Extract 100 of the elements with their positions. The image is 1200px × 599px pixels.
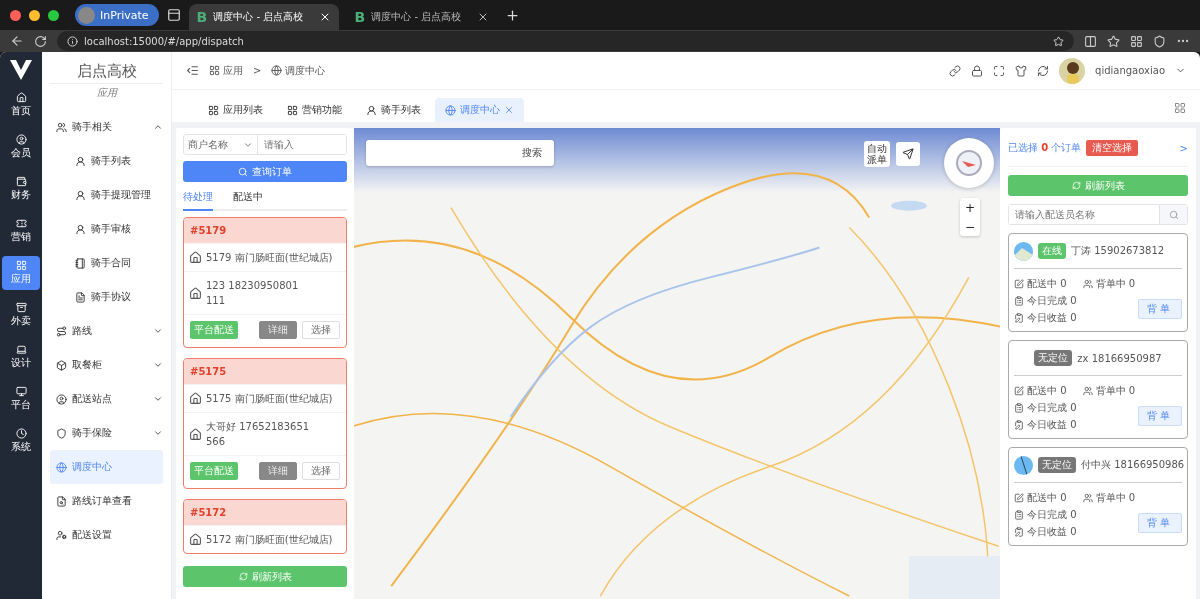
sidebar-item[interactable]: 取餐柜 (50, 348, 163, 382)
map-search-field[interactable]: 搜索 (366, 140, 554, 166)
edit-icon (1014, 278, 1024, 289)
grid-icon (208, 104, 219, 116)
reload-icon[interactable] (34, 34, 47, 48)
select-button[interactable]: 选择 (302, 321, 340, 339)
expand-link[interactable]: > (1179, 142, 1188, 154)
collections-icon[interactable] (1130, 34, 1143, 48)
tab-actions-icon[interactable] (166, 8, 181, 22)
rider-stat: 今日完成 0 (1027, 293, 1077, 308)
user-avatar[interactable] (1059, 57, 1086, 84)
sidebar-item[interactable]: 配送站点 (50, 382, 163, 416)
chevron-down-icon (153, 326, 163, 336)
collapse-icon[interactable] (186, 64, 199, 77)
shield-icon[interactable] (1153, 34, 1166, 48)
sidebar-item[interactable]: 骑手协议 (50, 280, 163, 314)
document-icon (75, 291, 86, 303)
order-filter[interactable]: 商户名称 请输入 (183, 134, 347, 155)
shirt-icon[interactable] (1015, 64, 1028, 77)
rail-item[interactable]: 外卖 (2, 298, 40, 332)
ticket-icon (15, 218, 27, 229)
send-button[interactable] (896, 142, 920, 166)
rider-name: 丁涛 15902673812 (1071, 244, 1165, 258)
person-icon (366, 104, 377, 116)
refresh-icon[interactable] (1037, 64, 1050, 77)
delivery-tag: 平台配送 (190, 462, 238, 480)
order-number: #5172 (184, 500, 346, 525)
order-tab[interactable]: 待处理 (183, 188, 213, 211)
profile-button[interactable]: InPrivate (75, 4, 159, 26)
status-badge: 无定位 (1038, 457, 1076, 473)
rail-item[interactable]: 会员 (2, 130, 40, 164)
new-tab-icon[interactable] (504, 7, 520, 23)
user-icon (15, 134, 27, 145)
list-icon (1014, 402, 1024, 413)
clear-selection-button[interactable]: 清空选择 (1086, 140, 1139, 156)
page-tab[interactable]: 应用列表 (198, 98, 273, 122)
people-icon (56, 121, 67, 133)
rail-item[interactable]: 系统 (2, 424, 40, 458)
sidebar-item[interactable]: 骑手相关 (50, 110, 163, 144)
rider-stat: 今日收益 0 (1027, 417, 1077, 432)
sidebar-item[interactable]: 骑手保险 (50, 416, 163, 450)
search-button[interactable]: 搜索 (516, 145, 548, 161)
edit-icon (1014, 312, 1024, 323)
address-bar[interactable]: localhost:15000/#/app/dispatch (57, 31, 1074, 51)
rider-stat: 配送中 0 (1027, 383, 1067, 398)
link-icon[interactable] (949, 64, 962, 77)
document-icon (56, 495, 67, 507)
rail-item[interactable]: 财务 (2, 172, 40, 206)
user-name[interactable]: qidiangaoxiao (1095, 65, 1165, 76)
logo-icon (10, 60, 32, 80)
sidebar-item[interactable]: 骑手合同 (50, 246, 163, 280)
select-button[interactable]: 选择 (302, 462, 340, 480)
split-view-icon[interactable] (1084, 34, 1097, 48)
maximize-window-icon[interactable] (48, 9, 59, 21)
delivery-tag: 平台配送 (190, 321, 238, 339)
merchant-text: 5175 南门肠旺面(世纪城店) (206, 392, 333, 406)
grid-icon (15, 260, 27, 271)
back-icon[interactable] (10, 34, 24, 48)
zoom-in-button[interactable]: + (960, 198, 980, 217)
sidebar-item[interactable]: 骑手审核 (50, 212, 163, 246)
merchant-text: 5172 南门肠旺面(世纪城店) (206, 533, 333, 547)
favorites-icon[interactable] (1107, 34, 1120, 48)
order-tab[interactable]: 配送中 (233, 188, 263, 211)
sidebar-title: 启点高校 (75, 62, 138, 81)
browser-tab[interactable]: B 调度中心 - 启点高校 (346, 4, 497, 30)
rail-item[interactable]: 平台 (2, 382, 40, 416)
route-icon (56, 325, 67, 337)
auto-dispatch-button[interactable]: 自动派单 (864, 141, 890, 167)
lock-icon[interactable] (971, 64, 984, 77)
sidebar-item[interactable]: 骑手提现管理 (50, 178, 163, 212)
page-tab[interactable]: 营销功能 (277, 98, 352, 122)
rider-search-field[interactable]: 请输入配送员名称 (1008, 204, 1188, 225)
minimize-window-icon[interactable] (29, 9, 40, 21)
rider-stat: 背单中 0 (1095, 490, 1136, 505)
avatar-icon (78, 6, 95, 24)
refresh-icon (238, 572, 248, 581)
sidebar-item[interactable]: 路线订单查看 (50, 484, 163, 518)
breadcrumb-link[interactable]: 调度中心 (271, 63, 326, 78)
sidebar-item[interactable]: 骑手列表 (50, 144, 163, 178)
breadcrumb-link[interactable]: 应用 (209, 63, 243, 78)
page-tab[interactable]: 骑手列表 (356, 98, 431, 122)
favorite-icon[interactable] (1053, 35, 1064, 47)
person-icon (75, 189, 86, 201)
list-icon (1014, 295, 1024, 306)
sidebar-item[interactable]: 配送设置 (50, 518, 163, 552)
house-icon (189, 286, 202, 300)
grid-icon[interactable] (1174, 102, 1186, 114)
edit-icon (1014, 385, 1024, 396)
rail-item[interactable]: 首页 (2, 88, 40, 122)
chevron-down-icon (153, 428, 163, 438)
rail-item[interactable]: 营销 (2, 214, 40, 248)
browser-tab[interactable]: B 调度中心 - 启点高校 (188, 4, 339, 30)
rail-item[interactable]: 设计 (2, 340, 40, 374)
zoom-out-button[interactable]: − (960, 217, 980, 236)
rider-stat: 背单中 0 (1095, 276, 1136, 291)
sidebar-item[interactable]: 路线 (50, 314, 163, 348)
close-window-icon[interactable] (10, 9, 21, 21)
edit-icon (1014, 526, 1024, 537)
fullscreen-icon[interactable] (993, 64, 1006, 77)
globe-icon (445, 104, 456, 116)
